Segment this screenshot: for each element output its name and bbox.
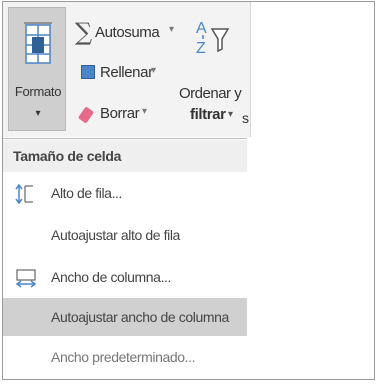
menu-item-label: Autoajustar alto de fila xyxy=(51,227,180,243)
svg-text:Z: Z xyxy=(196,40,206,57)
ribbon-editing-group: Formato ▾ ∑ Autosuma ▾ Rellenar ▾ Borrar… xyxy=(3,2,251,137)
rellenar-dropdown-icon[interactable]: ▾ xyxy=(151,65,156,76)
formato-dropdown-menu: Tamaño de celda Alto de fila... Autoajus… xyxy=(3,140,247,376)
menu-divider xyxy=(3,138,247,139)
autosuma-dropdown-icon[interactable]: ▾ xyxy=(169,24,174,35)
menu-item-label: Ancho de columna... xyxy=(51,269,172,285)
formato-button[interactable]: Formato ▾ xyxy=(8,7,66,131)
column-width-icon xyxy=(15,269,37,288)
formato-label: Formato xyxy=(14,84,62,99)
borrar-button[interactable]: Borrar xyxy=(100,105,140,122)
rellenar-button[interactable]: Rellenar xyxy=(100,64,153,81)
window-frame: Formato ▾ ∑ Autosuma ▾ Rellenar ▾ Borrar… xyxy=(2,1,375,380)
autosuma-button[interactable]: Autosuma xyxy=(95,24,160,41)
menu-item-autofit-column-width[interactable]: Autoajustar ancho de columna xyxy=(3,298,247,336)
row-height-icon xyxy=(15,184,33,204)
menu-item-label: Ancho predeterminado... xyxy=(51,349,196,365)
menu-item-label: Alto de fila... xyxy=(51,185,123,201)
borrar-dropdown-icon[interactable]: ▾ xyxy=(142,106,147,117)
menu-item-label: Autoajustar ancho de columna xyxy=(51,309,229,325)
ordenar-label-line2[interactable]: filtrar xyxy=(190,106,226,123)
sort-filter-icon: A Z xyxy=(196,20,230,57)
ordenar-label-line1[interactable]: Ordenar y xyxy=(179,85,242,102)
eraser-icon xyxy=(77,106,95,124)
formato-dropdown-icon: ▾ xyxy=(35,108,41,119)
section-header-cell-size: Tamaño de celda xyxy=(3,140,247,172)
truncated-ribbon-label: s xyxy=(242,110,249,126)
svg-text:A: A xyxy=(196,20,207,37)
menu-item-row-height[interactable]: Alto de fila... xyxy=(3,174,247,212)
menu-item-default-width[interactable]: Ancho predeterminado... xyxy=(3,338,247,376)
cell-format-icon xyxy=(24,22,52,64)
autosum-icon: ∑ xyxy=(75,18,93,46)
menu-item-autofit-row-height[interactable]: Autoajustar alto de fila xyxy=(3,216,247,254)
menu-item-column-width[interactable]: Ancho de columna... xyxy=(3,258,247,296)
fill-down-icon xyxy=(81,65,95,79)
ordenar-dropdown-icon[interactable]: ▾ xyxy=(228,109,233,120)
